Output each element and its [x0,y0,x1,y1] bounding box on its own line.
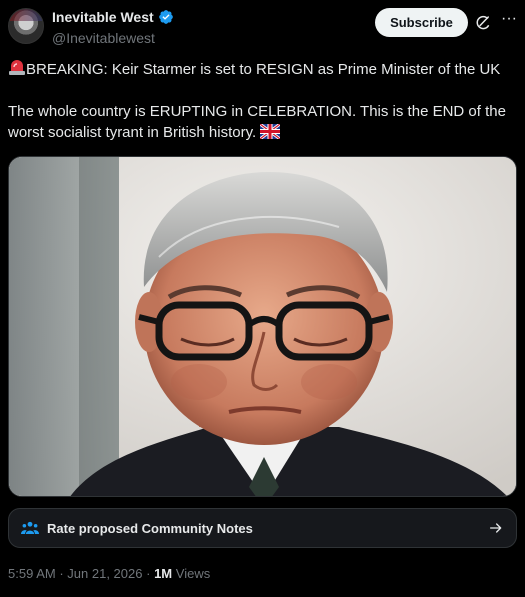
tweet-text: BREAKING: Keir Starmer is set to RESIGN … [8,58,517,143]
author-display-name[interactable]: Inevitable West [52,9,174,25]
views-count: 1M [154,566,173,581]
tweet-date[interactable]: Jun 21, 2026 [67,566,142,581]
avatar[interactable] [8,8,44,44]
tweet-time[interactable]: 5:59 AM [8,566,56,581]
tweet-line-2: The whole country is ERUPTING in CELEBRA… [8,101,517,143]
tweet-line-2-text: The whole country is ERUPTING in CELEBRA… [8,103,506,141]
tweet-image[interactable] [8,156,517,497]
more-options-icon[interactable]: ··· [500,11,518,30]
author-name-text: Inevitable West [52,9,154,25]
community-notes-label: Rate proposed Community Notes [47,520,253,536]
views-label: Views [175,566,211,581]
grok-icon[interactable] [474,14,492,32]
portrait-photo [9,157,516,496]
author-names: Inevitable West @Inevitablewest [52,9,174,46]
people-icon [21,521,39,534]
verified-badge-icon [158,10,173,24]
tweet-meta: 5:59 AM · Jun 21, 2026 · 1M Views [8,566,210,581]
arrow-right-icon[interactable] [488,520,504,536]
tweet-line-1: BREAKING: Keir Starmer is set to RESIGN … [8,58,517,80]
uk-flag-emoji-icon [260,124,281,139]
community-notes-banner[interactable]: Rate proposed Community Notes [8,508,517,548]
meta-separator: · [59,566,64,581]
siren-emoji-icon [9,60,25,75]
subscribe-button[interactable]: Subscribe [375,8,468,37]
tweet-line-1-text: BREAKING: Keir Starmer is set to RESIGN … [26,61,501,78]
author-handle[interactable]: @Inevitablewest [52,30,174,46]
tweet-header: Inevitable West @Inevitablewest Subscrib… [8,6,517,46]
meta-separator: · [146,566,151,581]
